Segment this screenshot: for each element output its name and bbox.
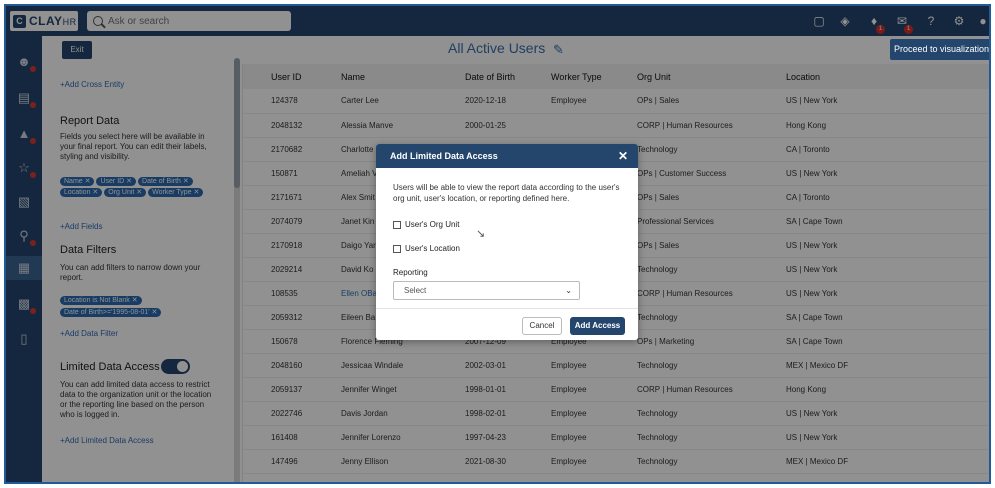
dialog-header: Add Limited Data Access ✕ [376,144,638,168]
org-unit-checkbox[interactable] [393,220,401,229]
close-icon[interactable]: ✕ [618,144,628,168]
org-unit-label: User's Org Unit [405,220,460,229]
location-checkbox[interactable] [393,244,401,253]
app-window: C CLAYHR ▢ ◈ ♦ 1 ✉ 1 ? ⚙ ● ☻ ▤ ▲ ☆ ▧ ⚲ ▦… [4,4,991,484]
dialog-description: Users will be able to view the report da… [393,183,620,203]
mouse-cursor-icon: ↘ [476,228,486,240]
add-limited-data-access-dialog: Add Limited Data Access ✕ Users will be … [376,144,638,340]
reporting-select[interactable]: Select ⌄ [393,281,580,300]
dialog-title: Add Limited Data Access [390,151,498,161]
proceed-to-visualization-button[interactable]: Proceed to visualization [890,39,989,60]
dialog-divider [376,308,638,309]
reporting-label: Reporting [393,268,428,277]
org-unit-option[interactable]: User's Org Unit [393,220,459,229]
chevron-down-icon: ⌄ [565,286,572,295]
cancel-button[interactable]: Cancel [522,317,562,335]
reporting-select-value: Select [404,286,427,295]
location-label: User's Location [405,244,460,253]
add-access-button[interactable]: Add Access [570,317,625,335]
location-option[interactable]: User's Location [393,244,460,253]
